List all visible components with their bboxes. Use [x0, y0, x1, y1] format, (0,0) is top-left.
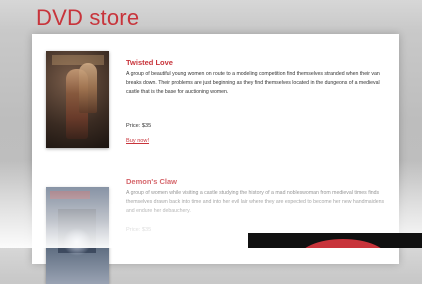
cover-title-strip — [52, 55, 104, 65]
buy-now-link[interactable]: Buy now! — [126, 138, 149, 144]
product-description: A group of beautiful young women on rout… — [126, 71, 380, 96]
dvd-cover-image[interactable] — [46, 51, 109, 148]
video-overlay — [248, 233, 422, 248]
cover-title-strip — [50, 191, 90, 199]
site-title: DVD store — [36, 5, 140, 30]
product-title[interactable]: Demon's Claw — [126, 177, 177, 186]
video-red-shape — [298, 239, 388, 248]
cover-glow — [64, 227, 90, 257]
product-title[interactable]: Twisted Love — [126, 58, 173, 67]
product-description: A group of women while visiting a castle… — [126, 190, 385, 215]
product-list: Twisted Love A group of beautiful young … — [32, 34, 399, 284]
product-price: Price: $35 — [126, 227, 152, 233]
cover-figure — [79, 63, 97, 113]
product-price: Price: $35 — [126, 123, 152, 129]
dvd-cover-image[interactable] — [46, 187, 109, 284]
